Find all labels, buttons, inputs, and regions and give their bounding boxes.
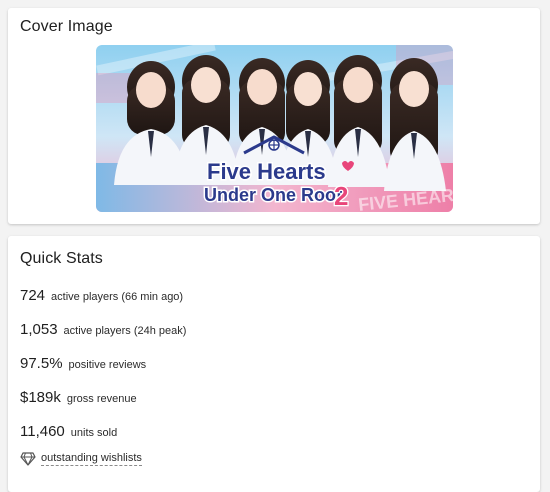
quick-stats-card: Quick Stats 724 active players (66 min a… [8,236,540,492]
quick-stats-title: Quick Stats [20,250,103,267]
stat-value: 97.5% [20,355,63,372]
stat-active-players-now: 724 active players (66 min ago) [20,287,183,304]
cover-image[interactable]: FIVE HEARTS Five Hearts Under One Roof 2 [96,45,453,212]
svg-text:Five Hearts: Five Hearts [207,159,326,184]
stat-value: 11,460 [20,423,65,440]
stat-label: gross revenue [66,393,137,405]
stat-label: units sold [70,427,118,439]
stat-value: 1,053 [20,321,58,338]
cover-image-title: Cover Image [20,18,113,35]
stat-label: active players (66 min ago) [51,291,184,303]
cover-image-card: Cover Image FIVE HEARTS Five Hearts Unde… [8,8,540,224]
stat-value: $189k [20,389,61,406]
stat-label: positive reviews [68,359,147,371]
svg-text:2: 2 [334,181,348,211]
stat-units-sold: 11,460 units sold [20,423,117,440]
stat-label: active players (24h peak) [63,325,187,337]
diamond-icon [20,452,36,466]
cover-art: FIVE HEARTS Five Hearts Under One Roof 2 [96,45,453,212]
outstanding-wishlists-link[interactable]: outstanding wishlists [41,452,142,466]
stat-value: 724 [20,287,46,304]
outstanding-wishlists-row[interactable]: outstanding wishlists [20,452,142,466]
stat-active-players-peak: 1,053 active players (24h peak) [20,321,186,338]
stat-gross-revenue: $189k gross revenue [20,389,137,406]
svg-text:Under One Roof: Under One Roof [204,185,343,205]
stat-positive-reviews: 97.5% positive reviews [20,355,146,372]
